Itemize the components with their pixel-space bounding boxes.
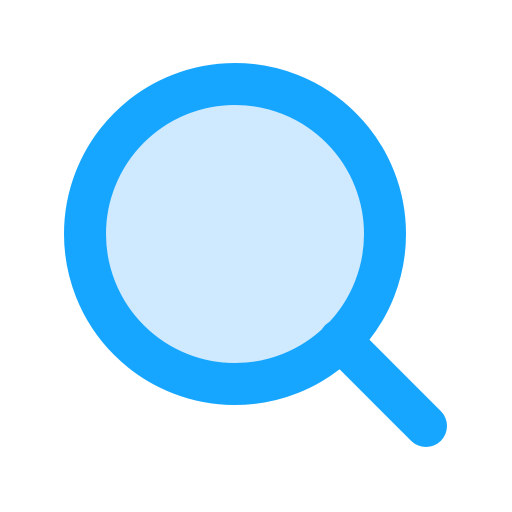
search-icon xyxy=(64,63,447,447)
icon-canvas xyxy=(0,0,512,512)
magnifier-handle xyxy=(319,319,447,447)
